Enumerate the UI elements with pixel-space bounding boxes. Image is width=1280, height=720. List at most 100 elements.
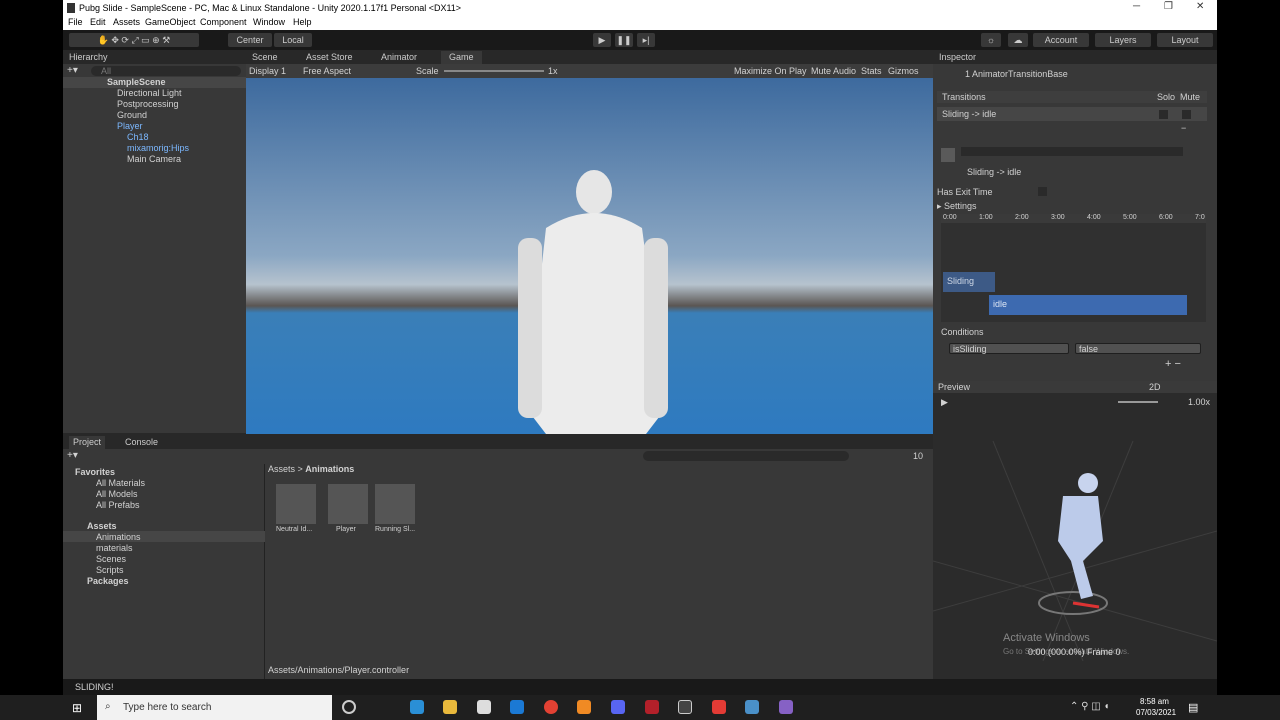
favorite-item[interactable]: All Materials xyxy=(96,478,145,488)
hierarchy-item-player[interactable]: Player xyxy=(117,121,143,132)
store-icon[interactable] xyxy=(477,700,491,714)
tab-project[interactable]: Project xyxy=(69,436,106,449)
collab-icon[interactable]: ☼ xyxy=(981,33,1001,47)
hierarchy-item[interactable]: mixamorig:Hips xyxy=(127,143,189,154)
mute-toggle[interactable]: Mute Audio xyxy=(811,66,856,76)
tray-icons[interactable]: ⌃ ⚲ ◫ ◖ xyxy=(1070,701,1110,712)
menu-window[interactable]: Window xyxy=(253,17,285,27)
clock-time[interactable]: 8:58 am xyxy=(1140,697,1169,706)
folder-item[interactable]: Animations xyxy=(96,532,141,542)
tab-hierarchy[interactable]: Hierarchy xyxy=(69,51,108,64)
transform-tools[interactable]: ✋ ✥ ⟳ ⤢ ▭ ⊕ ⚒ xyxy=(69,33,199,47)
clock-date[interactable]: 07/03/2021 xyxy=(1136,708,1176,717)
has-exit-time-checkbox[interactable] xyxy=(1038,187,1047,196)
tab-console[interactable]: Console xyxy=(125,436,158,449)
favorites-header[interactable]: Favorites xyxy=(75,467,115,477)
hierarchy-item[interactable]: Postprocessing xyxy=(117,99,179,110)
hierarchy-item[interactable]: Ground xyxy=(117,110,147,121)
menu-file[interactable]: File xyxy=(68,17,83,27)
clip-sliding[interactable]: Sliding xyxy=(943,272,995,292)
favorite-item[interactable]: All Models xyxy=(96,489,138,499)
clip-idle[interactable]: idle xyxy=(989,295,1187,315)
remove-transition-button[interactable]: − xyxy=(1181,123,1186,133)
unity-taskbar-icon[interactable] xyxy=(678,700,692,714)
hierarchy-item[interactable]: Ch18 xyxy=(127,132,149,143)
taskbar-search[interactable]: ⌕ Type here to search xyxy=(97,695,332,720)
status-message[interactable]: SLIDING! xyxy=(75,682,114,692)
solo-checkbox[interactable] xyxy=(1159,110,1168,119)
assets-header[interactable]: Assets xyxy=(87,521,117,531)
condition-value-dropdown[interactable]: false xyxy=(1075,343,1201,354)
app-icon[interactable] xyxy=(712,700,726,714)
tab-scene[interactable]: Scene xyxy=(252,51,278,64)
explorer-icon[interactable] xyxy=(443,700,457,714)
layout-dropdown[interactable]: Layout xyxy=(1157,33,1213,47)
asset-thumb[interactable] xyxy=(276,484,316,524)
tab-inspector[interactable]: Inspector xyxy=(939,51,976,64)
breadcrumb-animations[interactable]: Animations xyxy=(305,464,354,474)
menu-edit[interactable]: Edit xyxy=(90,17,106,27)
hierarchy-item[interactable]: Main Camera xyxy=(127,154,181,165)
transition-name-field[interactable] xyxy=(961,147,1183,156)
maximize-icon[interactable]: ❐ xyxy=(1164,1,1173,12)
add-icon[interactable]: +▾ xyxy=(67,65,78,76)
discord-icon[interactable] xyxy=(611,700,625,714)
game-viewport[interactable] xyxy=(246,78,933,434)
account-dropdown[interactable]: Account xyxy=(1033,33,1089,47)
mail-icon[interactable] xyxy=(510,700,524,714)
display-dropdown[interactable]: Display 1 xyxy=(249,66,286,76)
hierarchy-search[interactable]: All xyxy=(91,66,241,76)
cortana-icon[interactable] xyxy=(342,700,356,714)
pause-button[interactable]: ❚❚ xyxy=(615,33,633,47)
condition-param-dropdown[interactable]: isSliding xyxy=(949,343,1069,354)
notification-icon[interactable]: ▤ xyxy=(1188,701,1198,714)
preview-play-button[interactable]: ▶ xyxy=(941,397,948,408)
stats-toggle[interactable]: Stats xyxy=(861,66,882,76)
transition-timeline[interactable]: 0:00 1:00 2:00 3:00 4:00 5:00 6:00 7:0 S… xyxy=(941,214,1206,322)
app-icon[interactable] xyxy=(645,700,659,714)
breadcrumb-assets[interactable]: Assets xyxy=(268,464,295,474)
preview-speed-slider[interactable] xyxy=(1118,401,1158,403)
step-button[interactable]: ▸| xyxy=(637,33,655,47)
favorite-item[interactable]: All Prefabs xyxy=(96,500,140,510)
add-condition-button[interactable]: + − xyxy=(1165,358,1181,370)
cloud-icon[interactable]: ☁ xyxy=(1008,33,1028,47)
asset-thumb[interactable] xyxy=(375,484,415,524)
chrome-icon[interactable] xyxy=(544,700,558,714)
close-icon[interactable]: ✕ xyxy=(1196,1,1204,12)
minimize-icon[interactable]: ─ xyxy=(1133,1,1140,12)
tab-animator[interactable]: Animator xyxy=(381,51,417,64)
packages-header[interactable]: Packages xyxy=(87,576,129,586)
edge-icon[interactable] xyxy=(410,700,424,714)
scene-item[interactable]: SampleScene xyxy=(107,77,166,88)
layers-dropdown[interactable]: Layers xyxy=(1095,33,1151,47)
aspect-dropdown[interactable]: Free Aspect xyxy=(303,66,351,76)
play-button[interactable]: ▶ xyxy=(593,33,611,47)
visual-studio-icon[interactable] xyxy=(779,700,793,714)
hierarchy-item[interactable]: Directional Light xyxy=(117,88,182,99)
project-search[interactable] xyxy=(643,451,849,461)
folder-item[interactable]: Scenes xyxy=(96,554,126,564)
mute-checkbox[interactable] xyxy=(1182,110,1191,119)
menu-gameobject[interactable]: GameObject xyxy=(145,17,196,27)
pivot-local-button[interactable]: Local xyxy=(274,33,312,47)
preview-viewport[interactable] xyxy=(933,411,1217,661)
create-icon[interactable]: +▾ xyxy=(67,450,78,461)
pivot-center-button[interactable]: Center xyxy=(228,33,272,47)
gizmos-toggle[interactable]: Gizmos xyxy=(888,66,919,76)
asset-thumb[interactable] xyxy=(328,484,368,524)
tab-game[interactable]: Game xyxy=(441,51,482,64)
app-icon[interactable] xyxy=(577,700,591,714)
transition-item[interactable]: Sliding -> idle xyxy=(942,109,996,119)
menu-assets[interactable]: Assets xyxy=(113,17,140,27)
app-icon[interactable] xyxy=(745,700,759,714)
folder-item[interactable]: Scripts xyxy=(96,565,124,575)
windows-start-icon[interactable]: ⊞ xyxy=(72,701,82,715)
settings-foldout[interactable]: ▸ Settings xyxy=(937,201,977,212)
maximize-toggle[interactable]: Maximize On Play xyxy=(734,66,807,76)
folder-item[interactable]: materials xyxy=(96,543,133,553)
menu-help[interactable]: Help xyxy=(293,17,312,27)
scale-slider[interactable] xyxy=(444,70,544,72)
menu-component[interactable]: Component xyxy=(200,17,247,27)
preview-2d-toggle[interactable]: 2D xyxy=(1149,382,1161,392)
